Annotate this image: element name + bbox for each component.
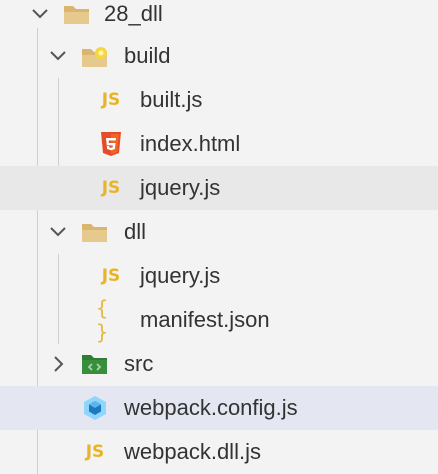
javascript-file-icon: JS [101, 178, 121, 198]
folder-build-icon [80, 42, 110, 70]
tree-item-dll-jquery-js[interactable]: JS jquery.js [0, 254, 438, 298]
javascript-file-icon: JS [101, 90, 121, 110]
json-file-icon: { } [96, 296, 110, 344]
javascript-file-icon: JS [101, 266, 121, 286]
folder-src-icon [80, 350, 110, 378]
tree-item-label: built.js [140, 87, 203, 112]
tree-item-label: jquery.js [140, 175, 221, 200]
file-explorer-tree: 28_dll build JS built.js index.html JS j… [0, 0, 438, 474]
tree-item-src[interactable]: src [0, 342, 438, 386]
tree-item-label: webpack.config.js [124, 395, 298, 420]
tree-item-dll[interactable]: dll [0, 210, 438, 254]
chevron-down-icon[interactable] [46, 220, 70, 244]
tree-item-build[interactable]: build [0, 34, 438, 78]
tree-item-label: index.html [140, 131, 241, 156]
webpack-icon [80, 394, 110, 422]
tree-item-label: webpack.dll.js [124, 439, 261, 464]
tree-item-label: jquery.js [140, 263, 221, 288]
tree-item-label: src [124, 351, 154, 376]
tree-item-label: dll [124, 219, 147, 244]
chevron-down-icon[interactable] [46, 44, 70, 68]
javascript-file-icon: JS [85, 442, 105, 462]
tree-item-index-html[interactable]: index.html [0, 122, 438, 166]
tree-item-label: build [124, 43, 171, 68]
tree-item-webpack-config-js[interactable]: webpack.config.js [0, 386, 438, 430]
tree-item-28-dll[interactable]: 28_dll [0, 0, 438, 36]
html5-icon [96, 130, 126, 158]
tree-item-build-jquery-js[interactable]: JS jquery.js [0, 166, 438, 210]
tree-item-label: 28_dll [104, 1, 163, 26]
folder-open-icon [80, 218, 110, 246]
tree-item-built-js[interactable]: JS built.js [0, 78, 438, 122]
chevron-down-icon[interactable] [28, 2, 52, 26]
folder-open-icon [62, 0, 92, 28]
tree-item-label: manifest.json [140, 307, 270, 332]
tree-item-manifest-json[interactable]: { } manifest.json [0, 296, 438, 344]
tree-item-webpack-dll-js[interactable]: JS webpack.dll.js [0, 430, 438, 474]
chevron-right-icon[interactable] [46, 352, 70, 376]
